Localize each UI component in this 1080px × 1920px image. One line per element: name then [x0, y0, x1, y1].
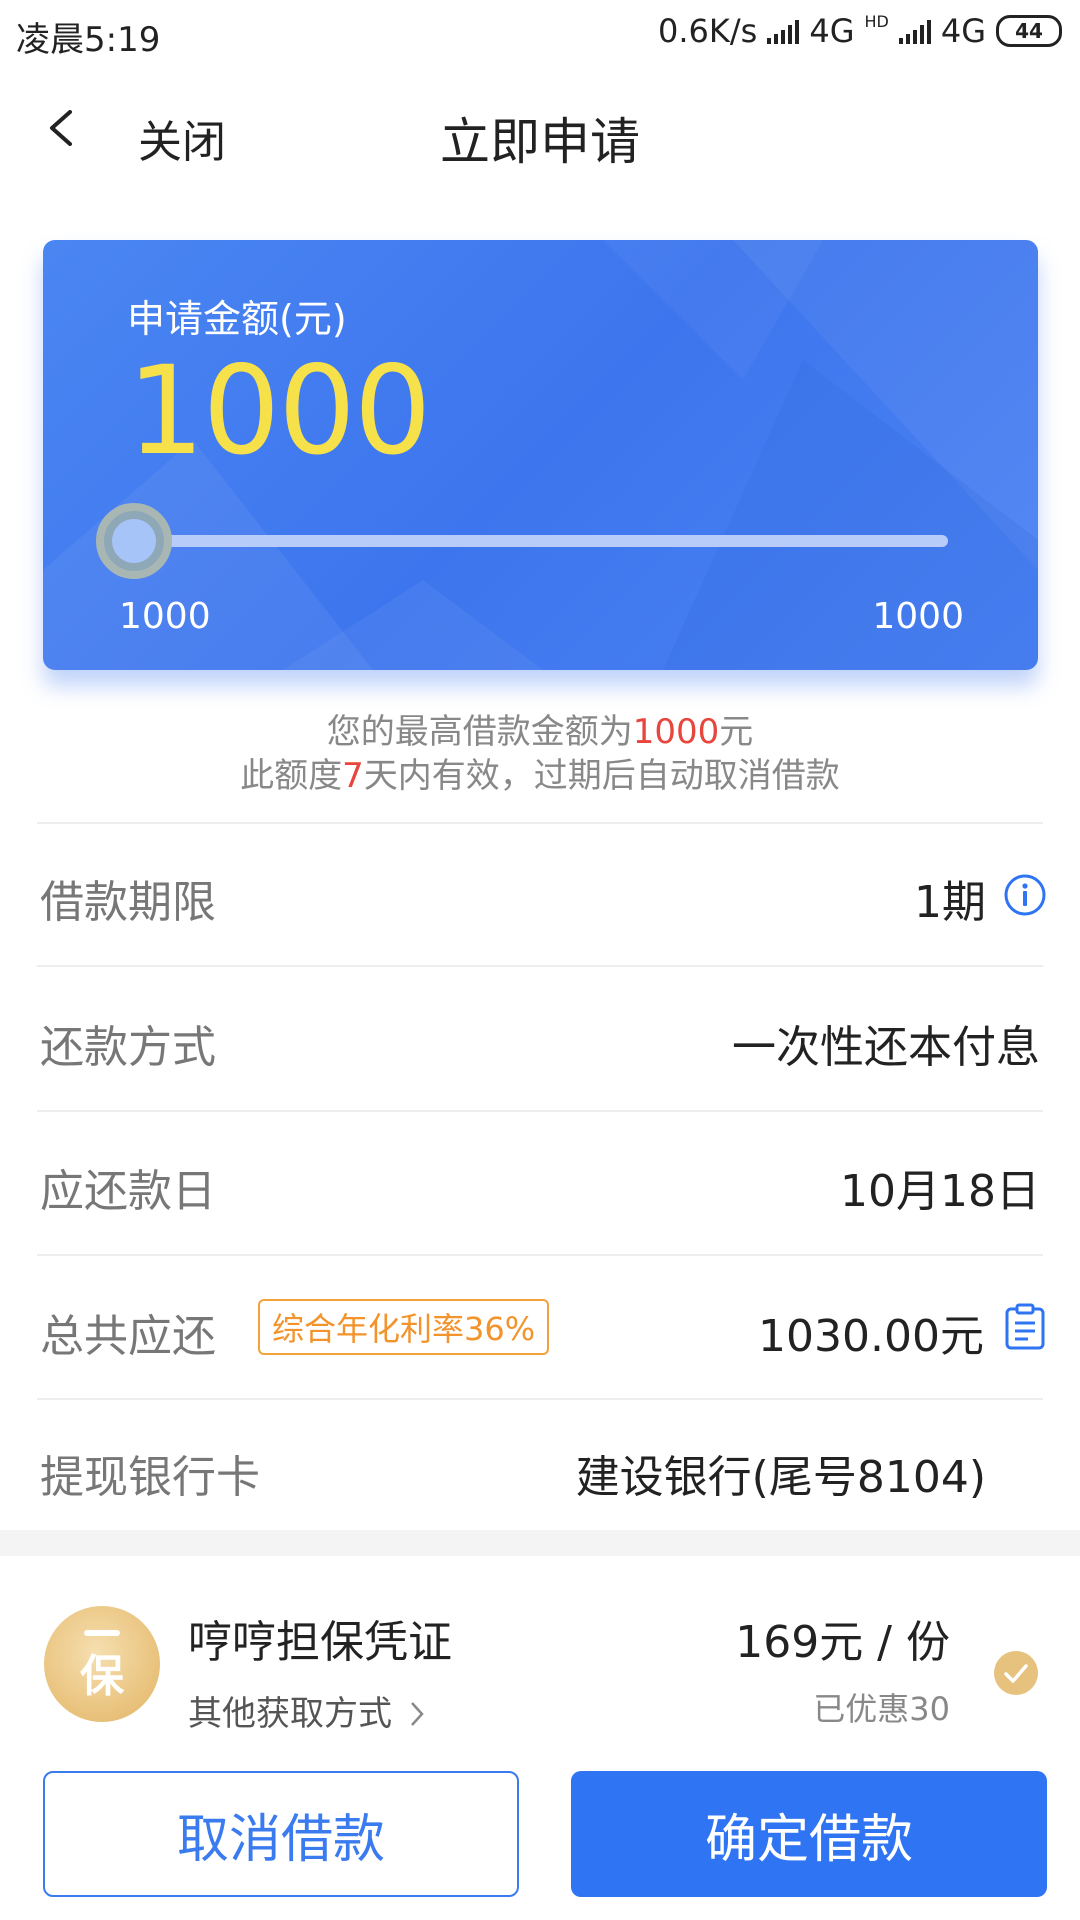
term-label: 借款期限 — [40, 877, 216, 928]
divider — [37, 1254, 1043, 1256]
info-icon[interactable] — [1003, 873, 1047, 917]
repay-method-value: 一次性还本付息 — [732, 1022, 1040, 1073]
chevron-left-icon[interactable] — [44, 110, 80, 146]
battery-icon: 44 — [996, 15, 1062, 47]
signal-icon-2 — [898, 18, 931, 44]
check-icon[interactable] — [994, 1651, 1038, 1695]
network-type-2: 4G — [940, 12, 986, 50]
note-text: 天内有效，过期后自动取消借款 — [363, 756, 840, 796]
clipboard-icon[interactable] — [1004, 1303, 1046, 1351]
repay-method-label: 还款方式 — [40, 1022, 216, 1073]
network-speed: 0.6K/s — [658, 12, 758, 50]
amount-value: 1000 — [127, 340, 431, 482]
due-date-label: 应还款日 — [40, 1166, 216, 1217]
note-unit: 元 — [719, 712, 754, 752]
amount-label: 申请金额(元) — [127, 297, 347, 341]
note-text: 此额度 — [240, 756, 343, 796]
note-text: 您的最高借款金额为 — [326, 712, 633, 752]
other-methods-label: 其他获取方式 — [188, 1694, 392, 1734]
guarantee-discount: 已优惠30 — [813, 1690, 950, 1728]
hd-label: HD — [864, 12, 889, 31]
interest-rate-badge: 综合年化利率36% — [258, 1299, 550, 1355]
network-type-1: 4G — [809, 12, 855, 50]
note-days: 7 — [342, 756, 364, 796]
divider — [37, 822, 1043, 824]
checkmark-glyph — [1004, 1664, 1028, 1683]
guarantee-title: 哼哼担保凭证 — [188, 1617, 452, 1668]
chevron-right-icon — [410, 1702, 424, 1726]
term-value[interactable]: 1期 — [914, 866, 986, 930]
section-separator — [0, 1530, 1080, 1556]
close-button[interactable]: 关闭 — [138, 106, 226, 170]
signal-icon — [767, 18, 800, 44]
due-date-value: 10月18日 — [840, 1166, 1040, 1217]
amount-slider-track[interactable] — [138, 535, 948, 547]
status-time: 凌晨5:19 — [16, 20, 161, 60]
badge-char: 保 — [80, 1651, 124, 1702]
bank-card-label: 提现银行卡 — [40, 1452, 260, 1503]
other-methods-link[interactable]: 其他获取方式 — [188, 1686, 427, 1735]
slider-max-label: 1000 — [872, 596, 964, 637]
divider — [37, 1110, 1043, 1112]
amount-card: 申请金额(元) 1000 1000 1000 — [43, 240, 1038, 670]
slider-min-label: 1000 — [119, 596, 211, 637]
divider — [37, 1398, 1043, 1400]
confirm-loan-button[interactable]: 确定借款 — [571, 1771, 1047, 1897]
max-amount-note: 您的最高借款金额为1000元 — [0, 704, 1080, 753]
guarantee-price: 169元 / 份 — [735, 1617, 950, 1668]
divider — [37, 965, 1043, 967]
cancel-loan-button[interactable]: 取消借款 — [43, 1771, 519, 1897]
total-label: 总共应还 — [40, 1311, 216, 1362]
status-indicators: 0.6K/s 4G HD 4G 44 — [658, 12, 1062, 50]
validity-note: 此额度7天内有效，过期后自动取消借款 — [0, 748, 1080, 797]
guarantee-badge-icon: 保 — [44, 1606, 160, 1722]
amount-slider-handle[interactable] — [96, 503, 172, 579]
total-value: 1030.00元 — [758, 1311, 984, 1362]
note-amount: 1000 — [632, 712, 720, 752]
bank-card-value[interactable]: 建设银行(尾号8104) — [576, 1441, 986, 1505]
